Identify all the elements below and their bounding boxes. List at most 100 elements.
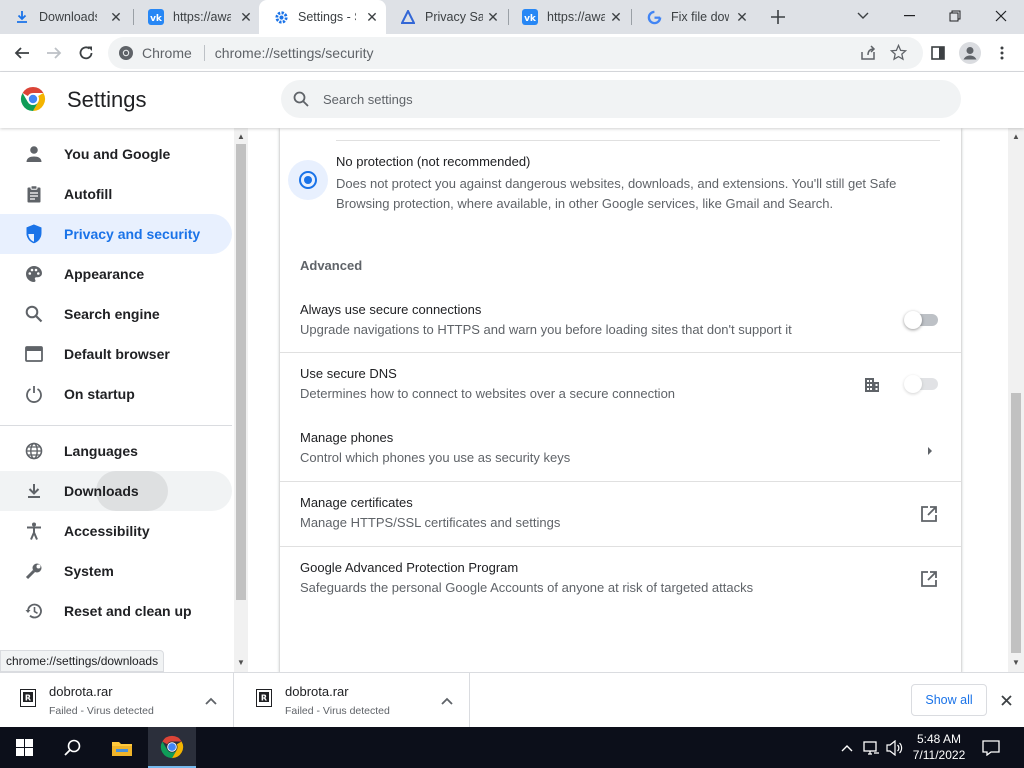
notification-icon[interactable]	[982, 739, 1000, 757]
close-icon[interactable]: ✕	[238, 9, 254, 25]
restore-button[interactable]	[932, 0, 978, 32]
row-subtitle: Control which phones you use as security…	[300, 450, 571, 465]
windows-taskbar: 5:48 AM 7/11/2022	[0, 727, 1024, 768]
tab-privacy[interactable]: Privacy San ✕	[386, 0, 507, 34]
sidebar-item-reset-and-clean-up[interactable]: Reset and clean up	[0, 591, 232, 631]
open-in-new-icon[interactable]	[920, 570, 938, 593]
sidebar-item-privacy-and-security[interactable]: Privacy and security	[0, 214, 232, 254]
row-title: Always use secure connections	[300, 302, 482, 317]
row-always-secure-connections[interactable]: Always use secure connections Upgrade na…	[280, 288, 961, 353]
network-icon[interactable]	[862, 739, 880, 757]
menu-button[interactable]	[988, 39, 1016, 67]
no-protection-radio[interactable]	[288, 160, 328, 200]
download-item[interactable]: R dobrota.rar Failed - Virus detected	[236, 673, 470, 728]
row-title: Google Advanced Protection Program	[300, 560, 519, 575]
sidebar-scrollbar[interactable]: ▲ ▼	[234, 128, 248, 672]
download-item[interactable]: R dobrota.rar Failed - Virus detected	[0, 673, 234, 728]
profile-avatar[interactable]	[956, 39, 984, 67]
chrome-taskbar-icon[interactable]	[148, 727, 196, 768]
sidebar-item-languages[interactable]: Languages	[0, 431, 232, 471]
settings-header: Settings Search settings	[0, 72, 1024, 128]
sidebar-item-label: Default browser	[64, 346, 170, 362]
radio-button[interactable]	[299, 171, 317, 189]
building-icon	[864, 377, 880, 398]
close-icon[interactable]	[996, 690, 1016, 710]
svg-text:R: R	[25, 694, 31, 703]
sidebar-item-label: On startup	[64, 386, 135, 402]
sidebar-item-label: Downloads	[64, 483, 139, 499]
sidebar-item-downloads[interactable]: Downloads	[0, 471, 232, 511]
close-icon[interactable]: ✕	[485, 9, 501, 25]
chevron-up-icon[interactable]	[437, 691, 457, 711]
close-window-button[interactable]	[978, 0, 1024, 32]
vk-icon: vk	[522, 9, 538, 25]
row-title: Manage certificates	[300, 495, 413, 510]
sidebar-item-default-browser[interactable]: Default browser	[0, 334, 232, 374]
omnibox[interactable]: Chrome chrome://settings/security	[108, 37, 923, 69]
sidebar-item-appearance[interactable]: Appearance	[0, 254, 232, 294]
main-scrollbar[interactable]: ▲ ▼	[1008, 128, 1024, 672]
chevron-up-icon[interactable]	[201, 691, 221, 711]
download-status: Failed - Virus detected	[285, 705, 390, 717]
scroll-up-arrow[interactable]: ▲	[1009, 130, 1023, 142]
forward-button[interactable]	[40, 39, 68, 67]
sidebar-item-search-engine[interactable]: Search engine	[0, 294, 232, 334]
row-manage-certificates[interactable]: Manage certificates Manage HTTPS/SSL cer…	[280, 481, 961, 546]
reload-button[interactable]	[72, 39, 100, 67]
sidebar-item-on-startup[interactable]: On startup	[0, 374, 232, 414]
scroll-up-arrow[interactable]: ▲	[234, 130, 248, 142]
side-panel-button[interactable]	[924, 39, 952, 67]
row-advanced-protection[interactable]: Google Advanced Protection Program Safeg…	[280, 546, 961, 611]
download-icon	[14, 9, 30, 25]
scroll-down-arrow[interactable]: ▼	[1009, 656, 1023, 668]
tab-vk-1[interactable]: vk https://awa ✕	[134, 0, 260, 34]
open-in-new-icon[interactable]	[920, 505, 938, 528]
tab-title: Privacy San	[425, 10, 483, 24]
row-title: Manage phones	[300, 430, 394, 445]
tab-search-button[interactable]	[840, 0, 886, 32]
file-explorer-icon[interactable]	[98, 727, 146, 768]
svg-text:vk: vk	[524, 14, 537, 24]
row-secure-dns[interactable]: Use secure DNS Determines how to connect…	[280, 352, 961, 417]
share-icon[interactable]	[860, 45, 876, 64]
tab-google[interactable]: Fix file dow ✕	[632, 0, 756, 34]
secure-connections-toggle[interactable]	[904, 311, 938, 329]
back-button[interactable]	[8, 39, 36, 67]
scrollbar-thumb[interactable]	[236, 144, 246, 600]
taskbar-clock[interactable]: 5:48 AM 7/11/2022	[906, 731, 972, 763]
google-icon	[646, 9, 662, 25]
download-status: Failed - Virus detected	[49, 705, 154, 717]
search-settings-input[interactable]: Search settings	[281, 80, 961, 118]
scroll-down-arrow[interactable]: ▼	[234, 656, 248, 668]
volume-icon[interactable]	[886, 739, 904, 757]
tab-settings[interactable]: Settings - S ✕	[259, 0, 386, 34]
shield-icon	[24, 224, 44, 244]
arrow-right-icon[interactable]	[926, 443, 934, 461]
minimize-button[interactable]	[886, 0, 932, 32]
row-manage-phones[interactable]: Manage phones Control which phones you u…	[280, 416, 961, 481]
sidebar-item-label: Accessibility	[64, 523, 150, 539]
star-icon[interactable]	[889, 43, 908, 64]
tab-vk-2[interactable]: vk https://awa ✕	[508, 0, 630, 34]
close-icon[interactable]: ✕	[364, 9, 380, 25]
divider	[280, 352, 961, 353]
tab-downloads[interactable]: Downloads ✕	[0, 0, 130, 34]
new-tab-button[interactable]	[766, 5, 790, 29]
close-icon[interactable]: ✕	[608, 9, 624, 25]
sidebar-item-accessibility[interactable]: Accessibility	[0, 511, 232, 551]
close-icon[interactable]: ✕	[734, 9, 750, 25]
chevron-up-icon[interactable]	[838, 739, 856, 757]
search-icon[interactable]	[48, 727, 96, 768]
secure-dns-toggle[interactable]	[904, 375, 938, 393]
close-icon[interactable]: ✕	[108, 9, 124, 25]
accessibility-icon	[24, 521, 44, 541]
sidebar-item-autofill[interactable]: Autofill	[0, 174, 232, 214]
scrollbar-thumb[interactable]	[1011, 393, 1021, 653]
sidebar-item-you-and-google[interactable]: You and Google	[0, 134, 232, 174]
sidebar-item-system[interactable]: System	[0, 551, 232, 591]
rar-file-icon: R	[256, 689, 272, 707]
url-text[interactable]: chrome://settings/security	[215, 45, 374, 61]
omnibox-separator	[203, 45, 205, 61]
show-all-button[interactable]: Show all	[911, 684, 987, 716]
windows-start-icon[interactable]	[0, 727, 48, 768]
